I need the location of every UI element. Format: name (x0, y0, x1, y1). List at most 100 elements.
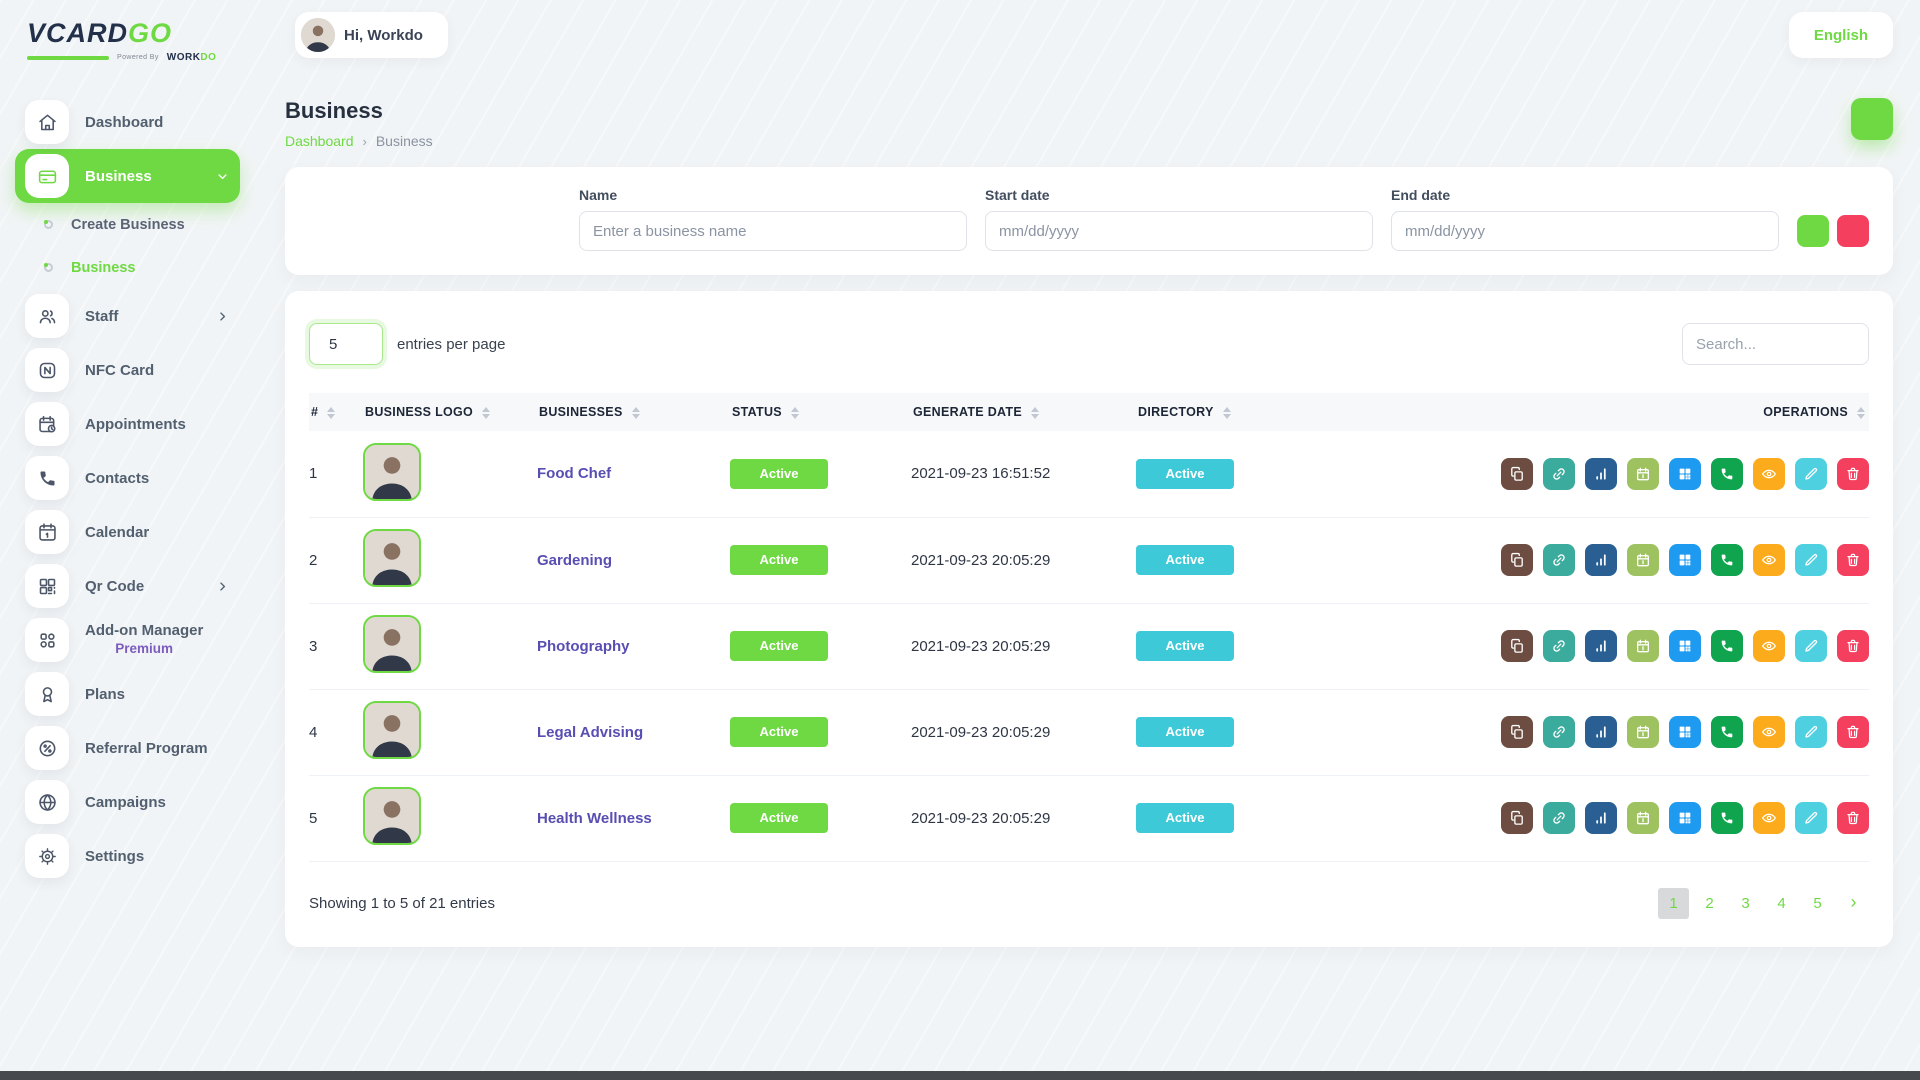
generate-date-cell: 2021-09-23 20:05:29 (911, 689, 1136, 775)
phone-button[interactable] (1711, 544, 1743, 576)
business-name-link[interactable]: Food Chef (537, 465, 611, 482)
entries-per-page-select[interactable]: 5 (310, 324, 382, 364)
sidebar-item-referral-program[interactable]: Referral Program (15, 721, 240, 775)
qr-code-button[interactable] (1669, 802, 1701, 834)
link-button[interactable] (1543, 458, 1575, 490)
business-name-cell: Food Chef (537, 431, 730, 517)
business-logo[interactable] (363, 529, 421, 587)
analytics-button[interactable] (1585, 630, 1617, 662)
filter-search-button[interactable] (1797, 215, 1829, 247)
edit-button[interactable] (1795, 802, 1827, 834)
sidebar-subitem-business[interactable]: Business (15, 246, 240, 289)
page-button-1[interactable]: 1 (1658, 888, 1689, 919)
business-logo[interactable] (363, 787, 421, 845)
column-header-businesses[interactable]: BUSINESSES (537, 393, 730, 431)
view-button[interactable] (1753, 802, 1785, 834)
business-name-input[interactable] (579, 211, 967, 251)
page-button-3[interactable]: 3 (1730, 888, 1761, 919)
business-logo[interactable] (363, 443, 421, 501)
view-button[interactable] (1753, 630, 1785, 662)
sidebar-item-appointments[interactable]: Appointments (15, 397, 240, 451)
column-header-operations[interactable]: OPERATIONS (1494, 393, 1869, 431)
sidebar-item-nfc-card[interactable]: NFC Card (15, 343, 240, 397)
next-page-button[interactable]: › (1838, 888, 1869, 919)
delete-button[interactable] (1837, 716, 1869, 748)
end-date-input[interactable] (1391, 211, 1779, 251)
link-button[interactable] (1543, 802, 1575, 834)
edit-button[interactable] (1795, 458, 1827, 490)
copy-button[interactable] (1501, 802, 1533, 834)
calendar-button[interactable] (1627, 458, 1659, 490)
start-date-input[interactable] (985, 211, 1373, 251)
operations-group (1494, 716, 1869, 748)
qr-code-button[interactable] (1669, 458, 1701, 490)
sidebar-item-plans[interactable]: Plans (15, 667, 240, 721)
copy-button[interactable] (1501, 458, 1533, 490)
sidebar-item-qr-code[interactable]: Qr Code (15, 559, 240, 613)
phone-button[interactable] (1711, 458, 1743, 490)
column-header-[interactable]: # (309, 393, 363, 431)
link-button[interactable] (1543, 716, 1575, 748)
analytics-button[interactable] (1585, 716, 1617, 748)
link-button[interactable] (1543, 630, 1575, 662)
breadcrumb-dashboard[interactable]: Dashboard (285, 133, 354, 149)
calendar-button[interactable] (1627, 802, 1659, 834)
analytics-button[interactable] (1585, 458, 1617, 490)
qr-code-button[interactable] (1669, 630, 1701, 662)
column-header-status[interactable]: STATUS (730, 393, 911, 431)
business-name-link[interactable]: Gardening (537, 552, 612, 569)
sidebar-item-settings[interactable]: Settings (15, 829, 240, 883)
language-selector[interactable]: English (1789, 12, 1893, 58)
filter-reset-button[interactable] (1837, 215, 1869, 247)
delete-button[interactable] (1837, 630, 1869, 662)
column-header-business-logo[interactable]: BUSINESS LOGO (363, 393, 537, 431)
business-name-link[interactable]: Photography (537, 638, 630, 655)
calendar-button[interactable] (1627, 544, 1659, 576)
column-header-directory[interactable]: DIRECTORY (1136, 393, 1494, 431)
phone-button[interactable] (1711, 716, 1743, 748)
copy-button[interactable] (1501, 630, 1533, 662)
calendar-button[interactable] (1627, 630, 1659, 662)
horizontal-scrollbar[interactable] (0, 1071, 1920, 1080)
calendar-button[interactable] (1627, 716, 1659, 748)
edit-button[interactable] (1795, 630, 1827, 662)
delete-button[interactable] (1837, 544, 1869, 576)
qr-code-button[interactable] (1669, 716, 1701, 748)
sidebar-item-add-on-manager[interactable]: Add-on ManagerPremium (15, 613, 240, 667)
business-name-link[interactable]: Health Wellness (537, 810, 652, 827)
qr-small-icon (1677, 466, 1693, 482)
page-button-4[interactable]: 4 (1766, 888, 1797, 919)
sidebar-item-campaigns[interactable]: Campaigns (15, 775, 240, 829)
link-button[interactable] (1543, 544, 1575, 576)
edit-button[interactable] (1795, 544, 1827, 576)
sidebar-subitem-create-business[interactable]: Create Business (15, 203, 240, 246)
view-button[interactable] (1753, 458, 1785, 490)
analytics-button[interactable] (1585, 802, 1617, 834)
copy-button[interactable] (1501, 544, 1533, 576)
delete-button[interactable] (1837, 802, 1869, 834)
sidebar-item-contacts[interactable]: Contacts (15, 451, 240, 505)
phone-button[interactable] (1711, 802, 1743, 834)
add-business-button[interactable] (1851, 98, 1893, 140)
business-logo[interactable] (363, 701, 421, 759)
business-name-link[interactable]: Legal Advising (537, 724, 643, 741)
business-logo[interactable] (363, 615, 421, 673)
view-button[interactable] (1753, 716, 1785, 748)
page-button-5[interactable]: 5 (1802, 888, 1833, 919)
sidebar-item-business[interactable]: Business (15, 149, 240, 203)
brand-logo[interactable]: VCARDGO Powered By WORKDO (15, 14, 240, 77)
analytics-button[interactable] (1585, 544, 1617, 576)
user-menu[interactable]: Hi, Workdo (295, 12, 448, 58)
qr-code-button[interactable] (1669, 544, 1701, 576)
sidebar-item-calendar[interactable]: Calendar (15, 505, 240, 559)
page-button-2[interactable]: 2 (1694, 888, 1725, 919)
column-header-generate-date[interactable]: GENERATE DATE (911, 393, 1136, 431)
phone-button[interactable] (1711, 630, 1743, 662)
copy-button[interactable] (1501, 716, 1533, 748)
edit-button[interactable] (1795, 716, 1827, 748)
sidebar-item-staff[interactable]: Staff (15, 289, 240, 343)
table-search-input[interactable] (1682, 323, 1869, 365)
delete-button[interactable] (1837, 458, 1869, 490)
view-button[interactable] (1753, 544, 1785, 576)
sidebar-item-dashboard[interactable]: Dashboard (15, 95, 240, 149)
